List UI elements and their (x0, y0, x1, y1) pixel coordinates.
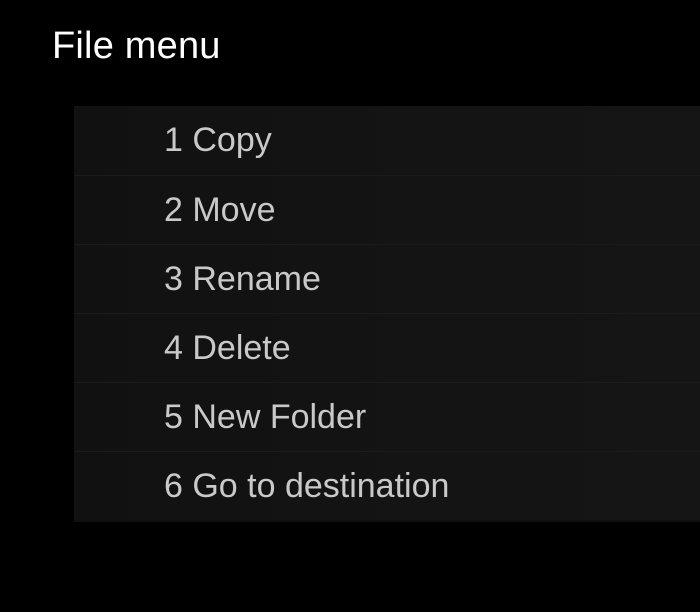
menu-item-delete[interactable]: 4 Delete (74, 313, 700, 382)
menu-item-label: 2 Move (164, 190, 276, 229)
menu-item-label: 6 Go to destination (164, 466, 450, 505)
menu-item-go-to-destination[interactable]: 6 Go to destination (74, 451, 700, 520)
menu-item-label: 4 Delete (164, 328, 291, 367)
menu-item-rename[interactable]: 3 Rename (74, 244, 700, 313)
menu-item-copy[interactable]: 1 Copy (74, 106, 700, 175)
menu-item-new-folder[interactable]: 5 New Folder (74, 382, 700, 451)
menu-list: 1 Copy 2 Move 3 Rename 4 Delete 5 New Fo… (74, 106, 700, 522)
file-menu-screen: File menu 1 Copy 2 Move 3 Rename 4 Delet… (0, 0, 700, 612)
menu-item-move[interactable]: 2 Move (74, 175, 700, 244)
menu-item-label: 1 Copy (164, 121, 272, 159)
menu-item-label: 3 Rename (164, 259, 321, 298)
menu-title: File menu (52, 25, 221, 67)
menu-item-label: 5 New Folder (164, 397, 367, 436)
